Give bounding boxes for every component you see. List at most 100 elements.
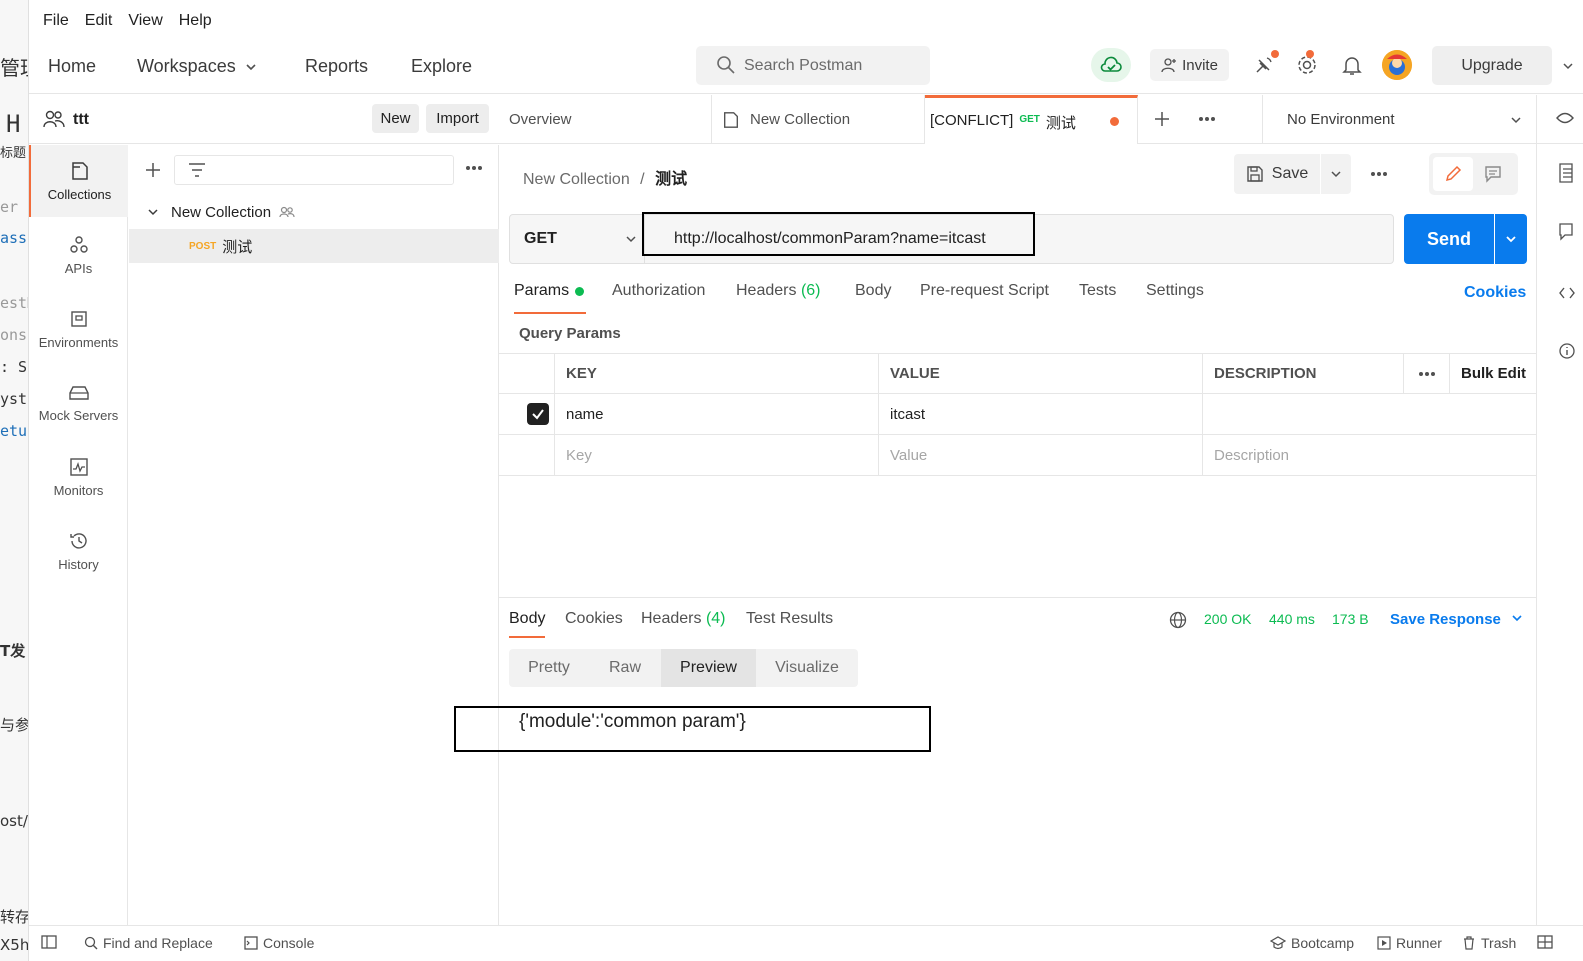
save-button[interactable]: Save xyxy=(1234,154,1320,194)
breadcrumb-parent[interactable]: New Collection xyxy=(523,171,630,188)
table-row: Key Value Description xyxy=(499,435,1536,476)
request-tabs-bar: Overview New Collection [CONFLICT] GET 测… xyxy=(499,95,1583,144)
nav-explore[interactable]: Explore xyxy=(411,56,472,77)
search-input[interactable]: Search Postman xyxy=(696,46,930,85)
workspace-name[interactable]: ttt xyxy=(73,111,89,129)
param-description[interactable] xyxy=(1202,394,1536,435)
menu-view[interactable]: View xyxy=(121,12,169,30)
view-pretty[interactable]: Pretty xyxy=(509,649,589,687)
sidebar-item-apis[interactable]: APIs xyxy=(29,219,128,291)
runner-label: Runner xyxy=(1396,935,1442,951)
save-response-button[interactable]: Save Response xyxy=(1390,611,1523,628)
bulk-edit-button[interactable]: Bulk Edit xyxy=(1449,353,1536,394)
chevron-down-icon xyxy=(1331,171,1341,178)
view-visualize[interactable]: Visualize xyxy=(756,649,858,687)
info-icon[interactable] xyxy=(1559,343,1575,359)
notification-dot xyxy=(1306,50,1314,58)
send-options-button[interactable] xyxy=(1495,214,1527,264)
bootcamp-button[interactable]: Bootcamp xyxy=(1270,935,1354,951)
nav-reports[interactable]: Reports xyxy=(305,56,368,77)
collection-item[interactable]: New Collection xyxy=(129,195,499,229)
invite-button[interactable]: Invite xyxy=(1150,49,1229,81)
tab-tests[interactable]: Tests xyxy=(1079,282,1116,314)
sidebar-item-mock-servers[interactable]: Mock Servers xyxy=(29,367,128,439)
nav-workspaces-label: Workspaces xyxy=(137,56,236,76)
more-icon[interactable] xyxy=(1198,116,1216,122)
filter-input[interactable] xyxy=(174,155,454,185)
column-key: KEY xyxy=(554,353,878,394)
response-divider[interactable] xyxy=(499,597,1536,598)
gear-icon[interactable] xyxy=(1294,50,1320,78)
status-code[interactable]: 200 OK xyxy=(1204,611,1251,627)
tab-headers[interactable]: Headers (6) xyxy=(736,282,821,314)
new-value-input[interactable]: Value xyxy=(878,435,1202,476)
import-button[interactable]: Import xyxy=(426,104,489,133)
more-icon[interactable] xyxy=(1370,171,1388,177)
tab-settings[interactable]: Settings xyxy=(1146,282,1204,314)
request-item[interactable]: POST 测试 xyxy=(129,229,499,263)
send-button[interactable]: Send xyxy=(1404,214,1494,264)
save-options-button[interactable] xyxy=(1321,154,1351,194)
response-size[interactable]: 173 B xyxy=(1332,611,1369,627)
globe-icon[interactable] xyxy=(1169,611,1187,629)
response-time[interactable]: 440 ms xyxy=(1269,611,1315,627)
layout-icon[interactable] xyxy=(1537,935,1553,949)
new-description-input[interactable]: Description xyxy=(1202,435,1536,476)
comment-icon[interactable] xyxy=(1484,165,1502,183)
tab-active-request[interactable]: [CONFLICT] GET 测试 xyxy=(925,95,1138,144)
trash-button[interactable]: Trash xyxy=(1462,935,1516,951)
tab-params[interactable]: Params xyxy=(514,282,587,314)
nav-home[interactable]: Home xyxy=(48,56,96,77)
avatar[interactable] xyxy=(1382,50,1412,80)
response-tab-body[interactable]: Body xyxy=(509,610,546,638)
more-icon[interactable] xyxy=(465,165,483,171)
param-value[interactable]: itcast xyxy=(878,394,1202,435)
search-icon xyxy=(717,56,735,74)
bell-icon[interactable] xyxy=(1339,52,1365,78)
param-key[interactable]: name xyxy=(554,394,878,435)
tab-label: Headers xyxy=(641,610,702,627)
method-select[interactable]: GET xyxy=(510,215,645,263)
param-checkbox[interactable] xyxy=(527,403,549,425)
tab-new-collection[interactable]: New Collection xyxy=(712,95,925,144)
sidebar-item-monitors[interactable]: Monitors xyxy=(29,441,128,513)
plus-icon[interactable] xyxy=(1154,111,1170,127)
edit-mode-button[interactable] xyxy=(1433,157,1473,191)
cookies-link[interactable]: Cookies xyxy=(1464,284,1526,302)
view-preview[interactable]: Preview xyxy=(661,649,756,687)
documentation-icon[interactable] xyxy=(1559,163,1573,183)
cloud-sync-icon[interactable] xyxy=(1091,48,1131,82)
menu-help[interactable]: Help xyxy=(172,12,219,30)
console-button[interactable]: Console xyxy=(244,935,314,951)
upgrade-button[interactable]: Upgrade xyxy=(1432,46,1552,85)
find-replace-button[interactable]: Find and Replace xyxy=(84,935,213,951)
nav-workspaces[interactable]: Workspaces xyxy=(137,56,258,77)
tab-body[interactable]: Body xyxy=(855,282,891,314)
response-tab-headers[interactable]: Headers (4) xyxy=(641,610,726,638)
tab-prerequest-script[interactable]: Pre-request Script xyxy=(920,282,1049,314)
menu-file[interactable]: File xyxy=(36,12,76,30)
view-raw[interactable]: Raw xyxy=(589,649,661,687)
comment-icon[interactable] xyxy=(1559,223,1573,241)
tab-overview[interactable]: Overview xyxy=(499,95,712,144)
console-label: Console xyxy=(263,935,315,951)
code-icon[interactable] xyxy=(1559,285,1575,301)
runner-button[interactable]: Runner xyxy=(1377,935,1442,951)
tab-authorization[interactable]: Authorization xyxy=(612,282,705,314)
new-button[interactable]: New xyxy=(372,104,419,133)
toggle-sidebar-icon[interactable] xyxy=(41,935,57,949)
sidebar-item-environments[interactable]: Environments xyxy=(29,293,128,365)
new-key-input[interactable]: Key xyxy=(554,435,878,476)
satellite-icon[interactable] xyxy=(1251,50,1279,78)
column-options[interactable] xyxy=(1403,353,1449,394)
chevron-down-icon[interactable] xyxy=(1562,60,1574,72)
chevron-down-icon[interactable] xyxy=(1509,113,1523,127)
response-tab-cookies[interactable]: Cookies xyxy=(565,610,623,638)
sidebar-item-history[interactable]: History xyxy=(29,515,128,587)
sidebar-item-collections[interactable]: Collections xyxy=(29,145,128,217)
menu-edit[interactable]: Edit xyxy=(78,12,120,30)
response-tab-test-results[interactable]: Test Results xyxy=(746,610,833,638)
tab-label: Params xyxy=(514,282,570,299)
environment-select[interactable]: No Environment xyxy=(1287,111,1395,128)
plus-icon[interactable] xyxy=(144,161,162,179)
